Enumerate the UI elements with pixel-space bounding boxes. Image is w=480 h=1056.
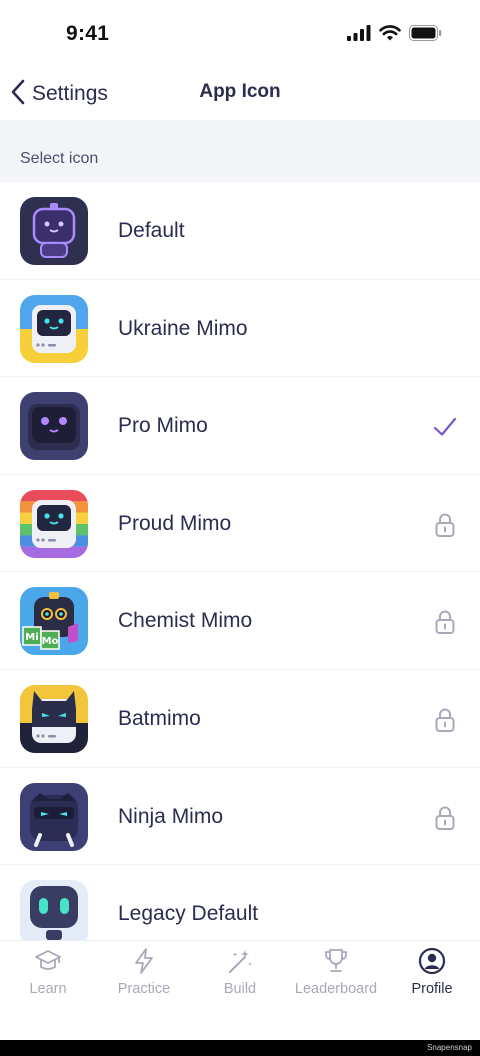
lock-icon xyxy=(432,609,458,635)
lock-icon xyxy=(432,512,458,538)
bottom-strip: Snapensnap xyxy=(0,1040,480,1056)
icon-option-ninja-mimo[interactable]: Ninja Mimo xyxy=(0,768,480,866)
pro-mimo-icon xyxy=(20,392,88,461)
icon-option-batmimo[interactable]: Batmimo xyxy=(0,670,480,768)
lock-icon xyxy=(432,805,458,831)
icon-option-default[interactable]: Default xyxy=(0,182,480,280)
ukraine-mimo-icon xyxy=(20,294,88,363)
navigation-bar: Settings App Icon xyxy=(0,70,480,120)
magic-wand-icon xyxy=(226,947,254,975)
trophy-icon xyxy=(322,947,350,975)
checkmark-icon xyxy=(432,414,458,440)
tab-label: Profile xyxy=(411,981,453,997)
page-title: App Icon xyxy=(199,81,281,102)
icon-option-label: Pro Mimo xyxy=(118,414,208,438)
tab-build[interactable]: Build xyxy=(192,941,288,1011)
icon-option-label: Ukraine Mimo xyxy=(118,316,248,340)
icon-option-label: Ninja Mimo xyxy=(118,804,224,828)
status-bar: 9:41 xyxy=(0,0,480,70)
graduation-cap-icon xyxy=(34,947,62,975)
icon-option-proud-mimo[interactable]: Proud Mimo xyxy=(0,475,480,573)
tab-learn[interactable]: Learn xyxy=(0,941,96,1011)
icon-option-label: Default xyxy=(118,219,185,242)
tab-label: Build xyxy=(223,981,257,997)
tab-bar: Learn Practice Build Leaderboard Profile xyxy=(0,940,480,1040)
legacy-default-icon xyxy=(20,880,88,949)
tab-profile[interactable]: Profile xyxy=(384,941,480,1011)
section-header: Select icon xyxy=(0,120,480,182)
tab-label: Leaderboard xyxy=(294,981,378,997)
proud-mimo-icon xyxy=(20,489,88,558)
status-icons xyxy=(347,25,442,46)
batmimo-icon xyxy=(20,684,88,753)
chemist-mimo-icon: Mi Mo xyxy=(20,587,88,656)
tab-label: Practice xyxy=(117,981,171,997)
icon-option-label: Legacy Default xyxy=(118,902,259,926)
icon-option-label: Chemist Mimo xyxy=(118,609,253,633)
icon-option-chemist-mimo[interactable]: Mi Mo Chemist Mimo xyxy=(0,572,480,670)
wifi-icon xyxy=(379,25,401,46)
ninja-mimo-icon xyxy=(20,782,88,851)
default-mimo-icon xyxy=(20,197,88,265)
watermark: Snapensnap xyxy=(427,1043,472,1052)
icon-option-label: Batmimo xyxy=(118,706,201,730)
status-time: 9:41 xyxy=(66,22,110,45)
lightning-icon xyxy=(130,947,158,975)
profile-icon xyxy=(418,947,446,975)
battery-icon xyxy=(409,25,442,46)
section-label: Select icon xyxy=(20,150,99,167)
icon-option-pro-mimo[interactable]: Pro Mimo xyxy=(0,377,480,475)
tab-label: Learn xyxy=(29,981,67,997)
tab-practice[interactable]: Practice xyxy=(96,941,192,1011)
chemist-badge-left: Mi xyxy=(25,632,38,643)
icon-list: Default Ukraine Mimo Pro Mimo Proud Mimo… xyxy=(0,182,480,963)
cellular-signal-icon xyxy=(347,25,371,46)
lock-icon xyxy=(432,707,458,733)
icon-option-ukraine-mimo[interactable]: Ukraine Mimo xyxy=(0,280,480,378)
icon-option-label: Proud Mimo xyxy=(118,511,232,535)
tab-leaderboard[interactable]: Leaderboard xyxy=(288,941,384,1011)
chemist-badge-right: Mo xyxy=(42,636,59,647)
